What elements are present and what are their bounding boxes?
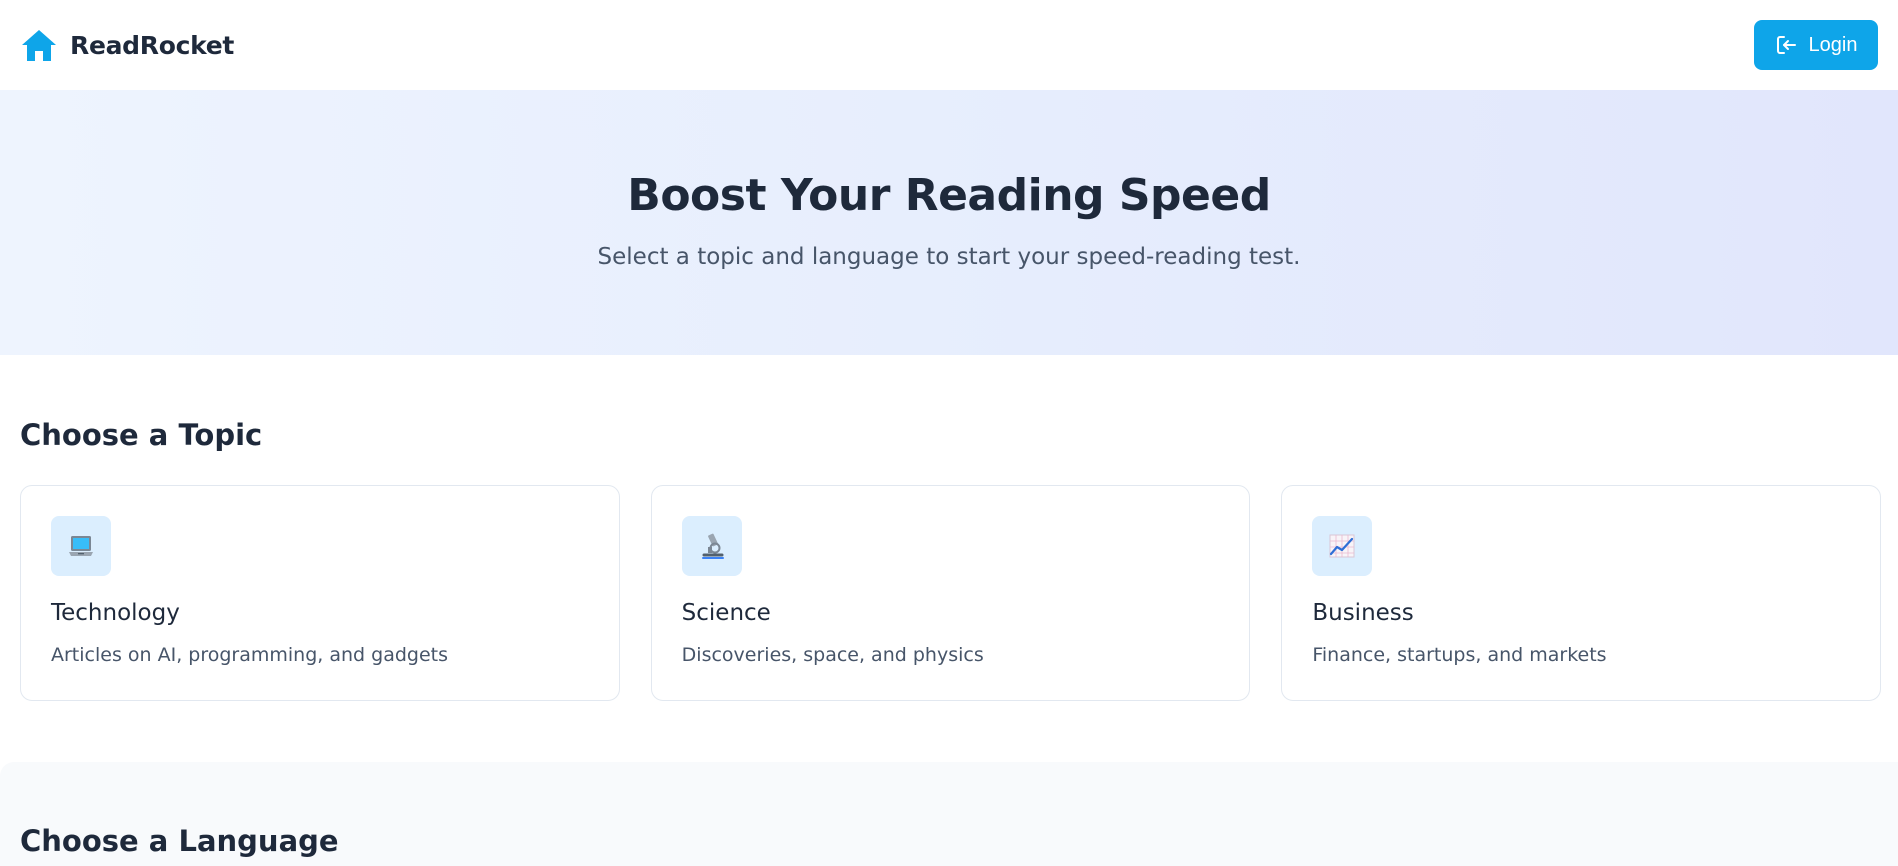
brand-name: ReadRocket bbox=[70, 30, 235, 60]
login-icon bbox=[1775, 34, 1797, 56]
topic-card-business[interactable]: Business Finance, startups, and markets bbox=[1281, 485, 1882, 701]
topic-description: Finance, startups, and markets bbox=[1312, 644, 1607, 666]
topics-heading: Choose a Topic bbox=[20, 418, 263, 452]
top-navbar: ReadRocket Login bbox=[0, 0, 1898, 90]
microscope-icon bbox=[681, 516, 742, 576]
home-icon bbox=[20, 26, 58, 64]
login-button[interactable]: Login bbox=[1754, 20, 1878, 70]
chart-increasing-icon bbox=[1312, 516, 1373, 576]
laptop-icon bbox=[51, 516, 111, 576]
hero-title: Boost Your Reading Speed bbox=[627, 170, 1271, 221]
hero-banner: Boost Your Reading Speed Select a topic … bbox=[0, 90, 1898, 355]
topic-description: Articles on AI, programming, and gadgets bbox=[51, 644, 448, 666]
hero-subtitle: Select a topic and language to start you… bbox=[597, 244, 1301, 270]
topic-title: Technology bbox=[51, 600, 180, 626]
brand-logo[interactable]: ReadRocket bbox=[20, 26, 234, 64]
topic-description: Discoveries, space, and physics bbox=[681, 644, 984, 666]
topic-title: Science bbox=[681, 600, 771, 626]
login-label: Login bbox=[1808, 33, 1858, 56]
topic-card-science[interactable]: Science Discoveries, space, and physics bbox=[650, 485, 1251, 701]
language-heading: Choose a Language bbox=[20, 824, 339, 858]
topic-card-technology[interactable]: Technology Articles on AI, programming, … bbox=[20, 485, 620, 701]
topic-card-list: Technology Articles on AI, programming, … bbox=[20, 485, 1882, 701]
topic-title: Business bbox=[1312, 600, 1414, 626]
